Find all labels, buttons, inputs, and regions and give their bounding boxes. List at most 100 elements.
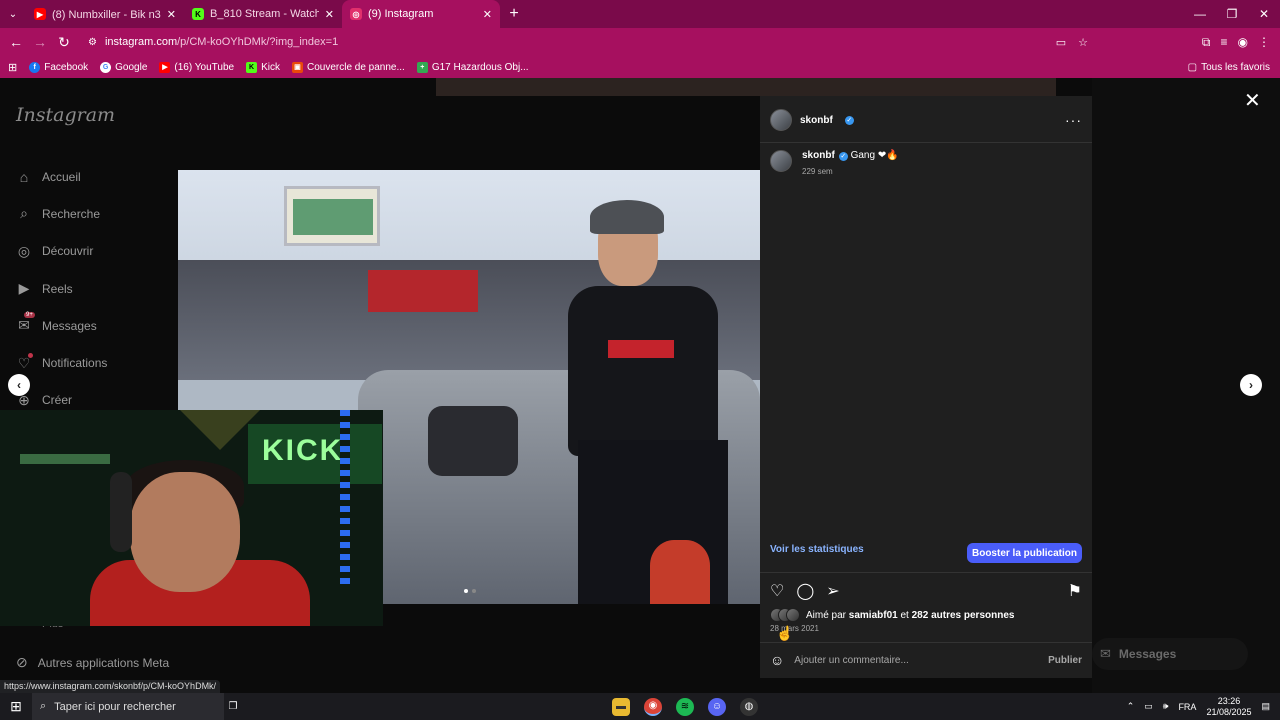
kick-icon: K — [246, 61, 258, 73]
publish-button[interactable]: Publier — [1048, 655, 1082, 666]
file-explorer-icon[interactable]: ▬ — [612, 697, 630, 716]
tab-instagram[interactable]: ◎ (9) Instagram ✕ — [342, 0, 500, 28]
bookmark-g17[interactable]: + G17 Hazardous Obj... — [416, 61, 529, 73]
close-window-icon[interactable]: ✕ — [1248, 0, 1280, 28]
profile-icon[interactable]: ◉ — [1238, 35, 1248, 50]
more-options-icon[interactable]: ··· — [1065, 112, 1082, 128]
minimize-icon[interactable]: — — [1184, 0, 1216, 28]
comment-box: ☺ Ajouter un commentaire... Publier — [770, 648, 1082, 672]
windows-start-icon[interactable]: ⊞ — [0, 698, 32, 715]
photo-taillight — [650, 540, 710, 604]
like-icon[interactable]: ♡ — [770, 581, 784, 601]
verified-icon: ✓ — [838, 151, 848, 161]
forward-icon[interactable]: → — [28, 34, 52, 50]
bookmark-couvercle[interactable]: ▣ Couvercle de panne... — [291, 61, 405, 73]
save-icon[interactable]: ⚑ — [1068, 581, 1082, 601]
close-tab-icon[interactable]: ✕ — [483, 8, 492, 21]
comment-input[interactable]: Ajouter un commentaire... — [794, 655, 909, 666]
restore-icon[interactable]: ❐ — [1216, 0, 1248, 28]
volume-icon[interactable]: 🕪 — [1163, 701, 1169, 712]
close-tab-icon[interactable]: ✕ — [167, 8, 176, 21]
spotify-icon[interactable]: ≋ — [676, 697, 694, 716]
tray-chevron-icon[interactable]: ⌃ — [1127, 701, 1135, 712]
new-tab-button[interactable]: + — [500, 5, 528, 23]
prev-post-icon[interactable]: ‹ — [8, 374, 30, 396]
avatar[interactable] — [770, 150, 792, 172]
sidebar-item-meta-apps[interactable]: ⊘ Autres applications Meta — [16, 654, 169, 671]
sidebar-item-label: Notifications — [42, 356, 108, 371]
liked-user[interactable]: samiabf01 — [849, 610, 898, 621]
caption-username[interactable]: skonbf — [802, 150, 835, 161]
media-icon[interactable]: ≡ — [1221, 35, 1228, 50]
menu-icon[interactable]: ⋮ — [1258, 35, 1270, 50]
instagram-logo[interactable]: Instagram — [16, 104, 115, 126]
bookmark-label: Facebook — [44, 61, 89, 73]
messages-label: Messages — [1118, 647, 1177, 661]
back-icon[interactable]: ← — [4, 34, 28, 50]
background-messages-pill: ✉ Messages — [1092, 638, 1248, 670]
bookmark-google[interactable]: G Google — [100, 61, 147, 73]
sidebar-item-reels[interactable]: ▶ Reels — [16, 270, 176, 307]
site-info-icon[interactable]: ⚙ — [88, 37, 97, 48]
neon-kick-sign: KICK — [262, 434, 344, 467]
kick-icon: K — [192, 8, 204, 20]
tab-title: (9) Instagram — [368, 8, 434, 20]
youtube-icon: ▶ — [159, 61, 171, 73]
sidebar-item-label: Recherche — [42, 206, 101, 221]
avatar[interactable] — [770, 109, 792, 131]
apps-icon[interactable]: ⊞ — [8, 61, 17, 74]
task-view-icon[interactable]: ❐ — [224, 698, 242, 716]
close-modal-icon[interactable]: ✕ — [1244, 88, 1261, 113]
reload-icon[interactable]: ↻ — [52, 34, 76, 51]
tab-youtube[interactable]: ▶ (8) Numbxiller - Bik n3ich/عيش.. ✕ — [26, 0, 184, 28]
post-username[interactable]: skonbf — [800, 115, 833, 126]
tab-kick[interactable]: K B_810 Stream - Watch Live on K ✕ — [184, 0, 342, 28]
notification-dot — [28, 353, 33, 359]
caption-text: Gang — [850, 150, 876, 161]
address-bar[interactable]: ⚙ instagram.com/p/CM-koOYhDMk/?img_index… — [82, 31, 1092, 53]
view-insights-link[interactable]: Voir les statistiques — [770, 544, 864, 555]
bookmark-kick[interactable]: K Kick — [246, 61, 280, 73]
compass-icon: ◎ — [17, 242, 31, 259]
sidebar-item-recherche[interactable]: ⌕ Recherche — [16, 195, 176, 232]
extensions-icon[interactable]: ⧉ — [1202, 35, 1211, 50]
photo-car-seat — [428, 406, 518, 476]
next-post-icon[interactable]: › — [1240, 374, 1262, 396]
shop-icon: ▣ — [291, 61, 303, 73]
bookmark-facebook[interactable]: f Facebook — [29, 61, 89, 73]
emoji-icon[interactable]: ☺ — [770, 652, 784, 668]
sidebar-item-accueil[interactable]: ⌂ Accueil — [16, 158, 176, 195]
sidebar-item-decouvrir[interactable]: ◎ Découvrir — [16, 233, 176, 270]
liked-rest[interactable]: 282 autres personnes — [912, 610, 1015, 621]
youtube-icon: ▶ — [34, 8, 46, 20]
sidebar-item-label: Messages — [42, 318, 97, 333]
tab-search-button[interactable]: ⌄ — [0, 0, 26, 28]
taskbar-search-placeholder: Taper ici pour rechercher — [54, 700, 176, 713]
discord-icon[interactable]: ☺ — [708, 697, 726, 716]
status-url: https://www.instagram.com/skonbf/p/CM-ko… — [0, 680, 221, 694]
chrome-icon[interactable]: ◉ — [644, 697, 662, 716]
all-bookmarks[interactable]: ▢ Tous les favoris — [1188, 62, 1280, 73]
photo-billboard — [284, 186, 380, 246]
language-indicator[interactable]: FRA — [1178, 702, 1196, 712]
sidebar-item-notifications[interactable]: ♡ Notifications — [16, 344, 176, 381]
likes-summary[interactable]: Aimé par samiabf01 et 282 autres personn… — [770, 608, 1014, 622]
obs-icon[interactable]: ◍ — [740, 697, 758, 716]
cast-icon[interactable]: ▭ — [1056, 36, 1066, 49]
comment-icon[interactable]: ◯ — [796, 581, 814, 601]
close-tab-icon[interactable]: ✕ — [325, 8, 334, 21]
sidebar-item-messages[interactable]: ✉ 9+ Messages — [16, 307, 176, 344]
network-icon[interactable]: ▭ — [1144, 701, 1153, 712]
clock[interactable]: 23:26 21/08/2025 — [1206, 696, 1251, 718]
clock-time: 23:26 — [1217, 695, 1241, 706]
bookmark-star-icon[interactable]: ☆ — [1078, 36, 1088, 49]
bookmark-youtube[interactable]: ▶ (16) YouTube — [159, 61, 234, 73]
taskbar-search[interactable]: ⌕ Taper ici pour rechercher — [32, 693, 224, 720]
hand-cursor-icon: ☝ — [776, 625, 794, 641]
notifications-icon[interactable]: ▤ — [1261, 701, 1270, 712]
share-icon[interactable]: ➢ — [826, 581, 839, 601]
boost-post-button[interactable]: Booster la publication — [967, 543, 1082, 563]
bookmark-label: Tous les favoris — [1201, 61, 1270, 73]
instagram-page: Instagram ⌂ Accueil ⌕ Recherche ◎ Découvrir… — [0, 78, 1280, 693]
post-header: skonbf ✓ ··· — [770, 108, 1082, 132]
